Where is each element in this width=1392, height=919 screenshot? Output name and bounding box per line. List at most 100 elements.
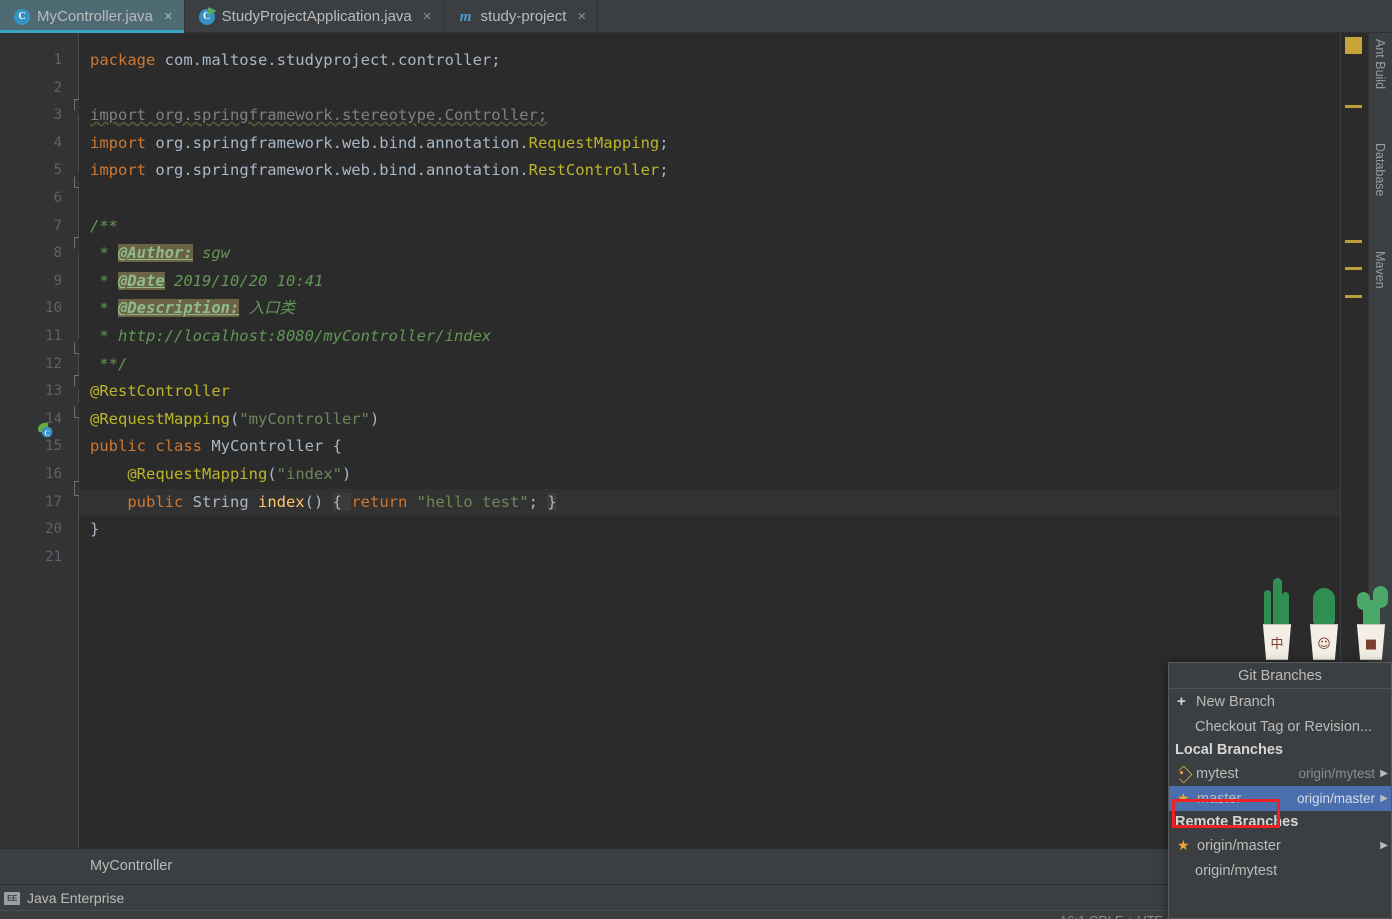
- close-icon[interactable]: ×: [577, 9, 586, 24]
- cactus-stickers: 中 ☺ ■: [1255, 555, 1392, 660]
- code-token: @RestController: [90, 382, 230, 401]
- marker-stripe[interactable]: [1345, 105, 1362, 108]
- line-number: 9: [53, 272, 62, 289]
- code-token: public: [127, 492, 193, 511]
- tab-mycontroller-java[interactable]: C MyController.java ×: [0, 0, 185, 33]
- code-token: import: [90, 161, 156, 180]
- line-number: 2: [53, 79, 62, 96]
- code-line[interactable]: public String index() { return "hello te…: [79, 489, 1392, 517]
- code-line[interactable]: import org.springframework.stereotype.Co…: [79, 102, 1392, 130]
- menu-item-checkout-tag[interactable]: Checkout Tag or Revision...: [1169, 714, 1391, 739]
- tab-label: MyController.java: [37, 8, 153, 25]
- code-token: com.maltose.studyproject.controller;: [164, 51, 501, 69]
- spring-boot-run-icon: C: [198, 8, 215, 25]
- marker-stripe[interactable]: [1345, 240, 1362, 243]
- code-token: /**: [90, 216, 118, 235]
- tag-icon: [1177, 767, 1190, 780]
- line-number: 17: [45, 493, 62, 510]
- code-line[interactable]: public class MyController {: [79, 433, 1392, 461]
- chevron-right-icon[interactable]: ▶: [1380, 840, 1388, 851]
- line-number: 11: [45, 328, 62, 344]
- maven-module-icon: m: [459, 8, 472, 25]
- code-token: class: [155, 437, 212, 456]
- branch-name: origin/master: [1197, 837, 1281, 854]
- pot-glyph: ☺: [1317, 637, 1331, 652]
- git-branches-popup[interactable]: Git Branches + New Branch Checkout Tag o…: [1168, 662, 1392, 919]
- code-token: "index": [276, 465, 342, 483]
- close-icon[interactable]: ×: [423, 9, 432, 24]
- code-line[interactable]: package com.maltose.studyproject.control…: [79, 47, 1392, 75]
- code-line[interactable]: }: [79, 516, 1392, 544]
- code-line[interactable]: * @Description: 入口类: [79, 295, 1392, 323]
- code-token: *: [90, 271, 118, 290]
- code-token: ;: [659, 133, 669, 152]
- line-number: 16: [45, 466, 62, 482]
- marker-block[interactable]: [1345, 37, 1362, 54]
- cactus-3: ■: [1349, 560, 1392, 660]
- pot-glyph: ■: [1364, 637, 1378, 652]
- line-number: 4: [53, 134, 62, 151]
- code-line[interactable]: [79, 544, 1392, 572]
- cactus-1: 中: [1255, 560, 1298, 660]
- line-number: 1: [53, 52, 62, 68]
- menu-item-new-branch[interactable]: + New Branch: [1169, 689, 1391, 714]
- section-header-local-branches: Local Branches: [1169, 739, 1391, 761]
- code-line[interactable]: /**: [79, 213, 1392, 241]
- branch-row-origin-master[interactable]: ★ origin/master ▶: [1169, 833, 1391, 858]
- code-token: 2019/10/20 10:41: [164, 271, 324, 290]
- code-line[interactable]: * @Date 2019/10/20 10:41: [79, 268, 1392, 296]
- code-token: ;: [659, 161, 669, 180]
- branch-row-mytest[interactable]: mytest origin/mytest ▶: [1169, 761, 1391, 786]
- code-token: **/: [90, 354, 128, 373]
- code-token: * http://localhost:8080/myController/ind…: [90, 327, 492, 345]
- code-line[interactable]: @RequestMapping("myController"): [79, 406, 1392, 434]
- marker-stripe[interactable]: [1345, 267, 1362, 270]
- java-class-icon: C: [14, 8, 30, 25]
- breadcrumb[interactable]: MyController: [90, 858, 172, 874]
- code-line[interactable]: [79, 185, 1392, 213]
- branch-row-origin-mytest[interactable]: origin/mytest: [1169, 858, 1391, 883]
- code-token: ;: [528, 492, 548, 511]
- line-number: 6: [53, 190, 62, 206]
- cactus-2: ☺: [1302, 560, 1345, 660]
- code-token: @Date: [118, 271, 165, 290]
- branch-row-master[interactable]: ★ master origin/master ▶: [1169, 786, 1391, 811]
- menu-item-label: Checkout Tag or Revision...: [1195, 718, 1373, 735]
- tab-studyprojectapplication-java[interactable]: C StudyProjectApplication.java ×: [185, 0, 444, 33]
- marker-stripe[interactable]: [1345, 295, 1362, 298]
- code-token: return: [351, 492, 417, 511]
- chevron-right-icon[interactable]: ▶: [1380, 793, 1388, 804]
- line-number: 3: [53, 107, 62, 124]
- code-token: (: [229, 409, 240, 428]
- tab-label: study-project: [480, 8, 567, 25]
- tracking-branch-label: origin/mytest: [1298, 766, 1375, 781]
- code-line[interactable]: * @Author: sgw: [79, 240, 1392, 268]
- code-line[interactable]: import org.springframework.web.bind.anno…: [79, 130, 1392, 158]
- chevron-right-icon[interactable]: ▶: [1380, 768, 1388, 779]
- code-token: ): [369, 409, 380, 428]
- status-facet[interactable]: EE Java Enterprise: [4, 890, 124, 906]
- code-token: sgw: [192, 244, 230, 263]
- code-token: *: [90, 244, 118, 263]
- status-facet-label: Java Enterprise: [27, 890, 125, 906]
- code-line[interactable]: import org.springframework.web.bind.anno…: [79, 157, 1392, 185]
- code-line[interactable]: [79, 75, 1392, 103]
- code-token: @Author:: [118, 244, 193, 263]
- tool-window-label[interactable]: Maven: [1373, 251, 1387, 289]
- code-token: 入口类: [239, 299, 296, 318]
- line-number: 12: [45, 355, 62, 372]
- tool-window-label[interactable]: Database: [1373, 143, 1387, 197]
- code-line[interactable]: @RequestMapping("index"): [79, 461, 1392, 489]
- tool-window-label[interactable]: Ant Build: [1373, 39, 1387, 89]
- code-line[interactable]: **/: [79, 351, 1392, 379]
- code-token: }: [90, 520, 100, 539]
- code-line[interactable]: @RestController: [79, 378, 1392, 406]
- line-number: 21: [45, 548, 62, 565]
- section-label: Local Branches: [1175, 742, 1283, 758]
- line-number: 20: [45, 521, 62, 538]
- code-line[interactable]: * http://localhost:8080/myController/ind…: [79, 323, 1392, 351]
- tab-study-project[interactable]: m study-project ×: [444, 0, 599, 33]
- close-icon[interactable]: ×: [164, 9, 173, 24]
- plus-icon: +: [1177, 693, 1186, 710]
- code-token: ): [341, 465, 352, 483]
